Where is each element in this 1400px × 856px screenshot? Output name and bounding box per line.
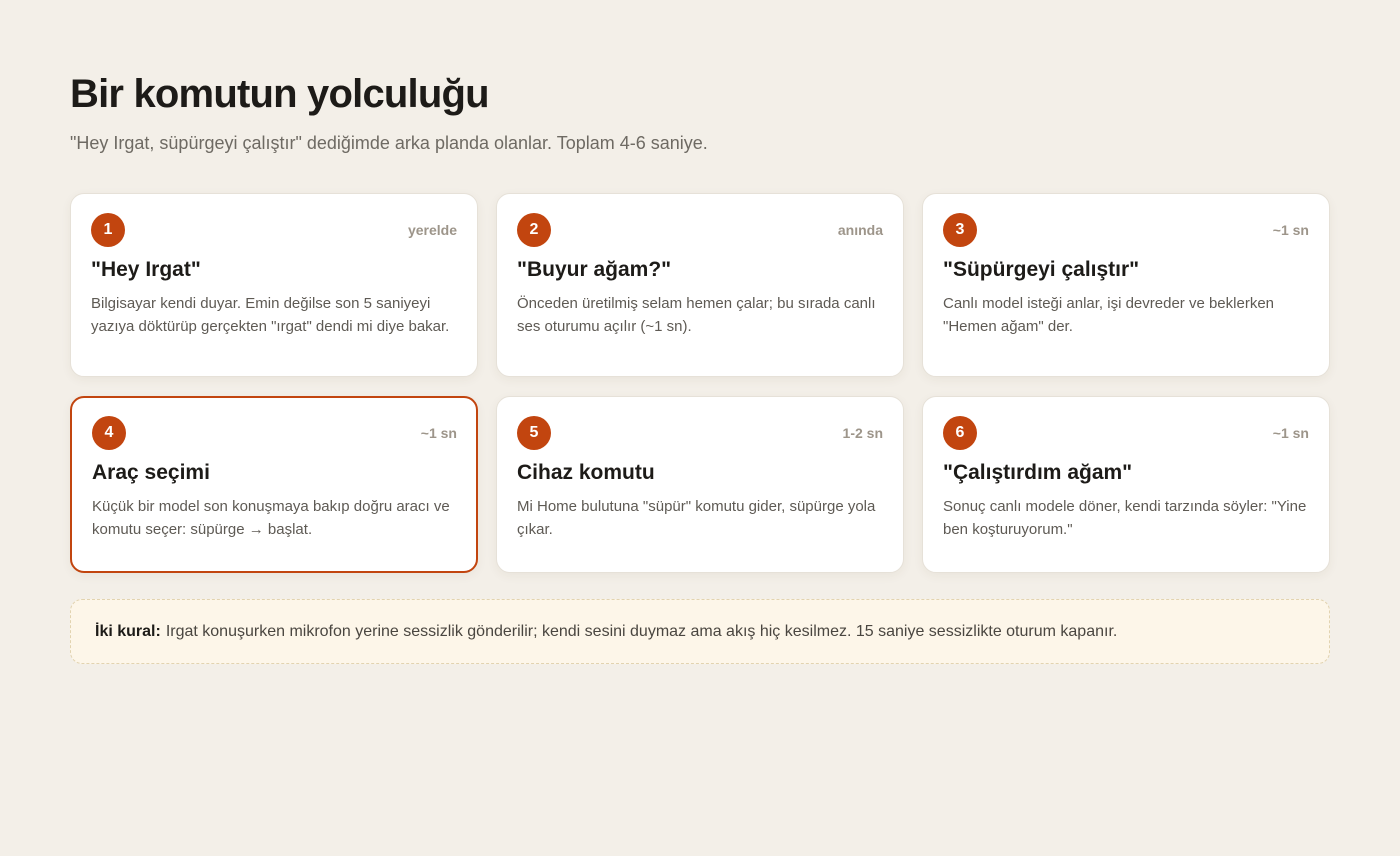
step-number-badge: 3: [943, 213, 977, 247]
step-card-header: 5 1-2 sn: [517, 416, 883, 450]
step-card-4-selected[interactable]: 4 ~1 sn Araç seçimi Küçük bir model son …: [70, 396, 478, 573]
step-number-badge: 1: [91, 213, 125, 247]
step-title: "Hey Irgat": [91, 258, 201, 281]
step-description: Sonuç canlı modele döner, kendi tarzında…: [943, 498, 1307, 538]
step-duration: ~1 sn: [1272, 425, 1309, 441]
step-duration: ~1 sn: [1272, 222, 1309, 238]
page-subtitle: "Hey Irgat, süpürgeyi çalıştır" dediğimd…: [70, 133, 708, 153]
step-title: "Çalıştırdım ağam": [943, 461, 1133, 484]
step-description: Bilgisayar kendi duyar. Emin değilse son…: [91, 295, 450, 335]
rules-note-text: Irgat konuşurken mikrofon yerine sessizl…: [165, 622, 1118, 640]
rules-note: İki kural: Irgat konuşurken mikrofon yer…: [70, 599, 1330, 664]
step-number-badge: 5: [517, 416, 551, 450]
rules-note-label: İki kural:: [95, 622, 161, 640]
step-title: Cihaz komutu: [517, 461, 655, 484]
step-duration: 1-2 sn: [842, 425, 883, 441]
step-duration: yerelde: [407, 222, 457, 238]
step-card-header: 6 ~1 sn: [943, 416, 1309, 450]
step-card-5[interactable]: 5 1-2 sn Cihaz komutu Mi Home bulutuna "…: [496, 396, 904, 573]
step-title: Araç seçimi: [92, 461, 210, 484]
step-duration: anında: [837, 222, 883, 238]
step-card-1[interactable]: 1 yerelde "Hey Irgat" Bilgisayar kendi d…: [70, 193, 478, 377]
step-card-3[interactable]: 3 ~1 sn "Süpürgeyi çalıştır" Canlı model…: [922, 193, 1330, 377]
step-description: Önceden üretilmiş selam hemen çalar; bu …: [517, 295, 876, 335]
step-description: Mi Home bulutuna "süpür" komutu gider, s…: [517, 498, 876, 538]
step-title: "Süpürgeyi çalıştır": [943, 258, 1140, 281]
page-title: Bir komutun yolculuğu: [70, 72, 490, 116]
step-title: "Buyur ağam?": [517, 258, 672, 281]
step-card-6[interactable]: 6 ~1 sn "Çalıştırdım ağam" Sonuç canlı m…: [922, 396, 1330, 573]
step-card-header: 2 anında: [517, 213, 883, 247]
step-card-header: 1 yerelde: [91, 213, 457, 247]
step-number-badge: 4: [92, 416, 126, 450]
step-description: Canlı model isteği anlar, işi devreder v…: [943, 295, 1275, 335]
step-card-header: 3 ~1 sn: [943, 213, 1309, 247]
step-card-2[interactable]: 2 anında "Buyur ağam?" Önceden üretilmiş…: [496, 193, 904, 377]
step-number-badge: 2: [517, 213, 551, 247]
step-description: Küçük bir model son konuşmaya bakıp doğr…: [92, 498, 450, 538]
step-duration: ~1 sn: [420, 425, 457, 441]
steps-grid: 1 yerelde "Hey Irgat" Bilgisayar kendi d…: [70, 193, 1330, 573]
step-number-badge: 6: [943, 416, 977, 450]
step-card-header: 4 ~1 sn: [92, 416, 457, 450]
